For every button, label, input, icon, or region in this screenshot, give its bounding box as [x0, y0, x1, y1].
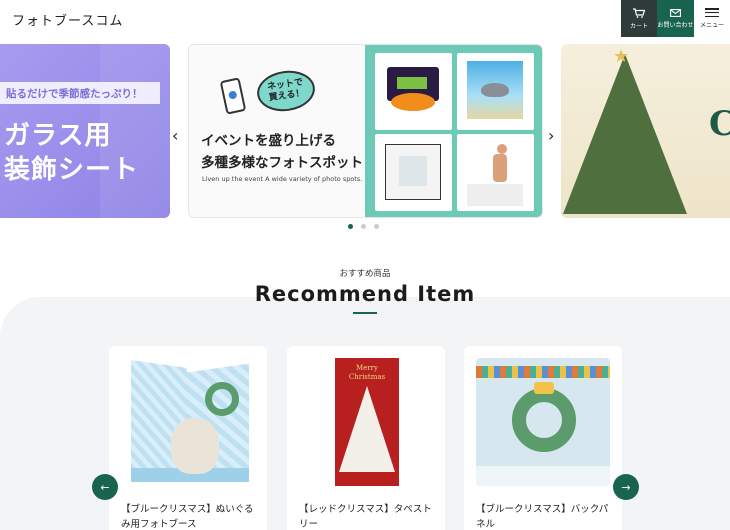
cart-label: カート	[629, 22, 648, 30]
sns-frame-photo	[399, 156, 427, 186]
tapestry-text: Merry Christmas	[348, 364, 386, 381]
photo-panel-cutout	[457, 134, 534, 211]
slide-title-line2: 装飾シート	[4, 155, 140, 185]
product-name[interactable]: 【レッドクリスマス】タペストリー	[299, 502, 439, 530]
figure-body	[493, 154, 507, 182]
hero-slide-photo-spots[interactable]: ネットで 買える！ イベントを盛り上げる 多種多様なフォトスポット Liven …	[188, 44, 543, 218]
slider-dot[interactable]	[348, 224, 353, 229]
product-image	[476, 358, 610, 486]
slide-title-line2: 多種多様なフォトスポット	[201, 155, 363, 171]
title-underline	[353, 312, 377, 314]
photo-beach-booth	[457, 53, 534, 130]
figure-head	[497, 144, 507, 154]
christmas-tree-image	[563, 54, 687, 214]
product-image	[121, 358, 255, 486]
hero-slide-glass-sheet[interactable]: 貼るだけで季節感たっぷり！ ガラス用 装飾シート	[0, 44, 170, 218]
menu-button[interactable]: メニュー	[694, 0, 730, 37]
tree-shape	[339, 386, 395, 472]
slide-title-line1: イベントを盛り上げる	[201, 133, 336, 149]
polar-bear-plush	[171, 418, 219, 474]
wreath-image	[512, 388, 576, 452]
hero-slide-christmas[interactable]: ★ C	[561, 44, 730, 218]
booth-banner	[397, 77, 427, 89]
product-card[interactable]: Merry Christmas 【レッドクリスマス】タペストリー	[287, 346, 445, 530]
product-name[interactable]: 【ブルークリスマス】バックパネル	[476, 502, 616, 530]
cart-button[interactable]: カート	[621, 0, 657, 37]
photo-sns-frame	[375, 134, 452, 211]
slide-text-area: ネットで 買える！ イベントを盛り上げる 多種多様なフォトスポット Liven …	[189, 45, 365, 217]
slide-image-grid	[365, 45, 542, 217]
cart-icon	[633, 7, 645, 18]
smartphone-icon	[219, 77, 247, 115]
menu-label: メニュー	[699, 22, 724, 29]
slider-dots	[348, 224, 379, 229]
site-logo[interactable]: フォトブースコム	[12, 10, 123, 29]
recommend-title: Recommend Item	[254, 282, 476, 306]
product-name[interactable]: 【ブルークリスマス】ぬいぐるみ用フォトブース	[121, 502, 261, 530]
chevron-left-icon[interactable]: ‹	[172, 126, 178, 145]
snow-ground	[476, 466, 610, 486]
slider-dot[interactable]	[374, 224, 379, 229]
slide-tagline: 貼るだけで季節感たっぷり！	[0, 82, 160, 104]
bunting-flags	[476, 366, 610, 378]
mail-icon	[670, 8, 681, 17]
photo-halloween-booth	[375, 53, 452, 130]
slider-dot[interactable]	[361, 224, 366, 229]
product-card[interactable]: 【ブルークリスマス】バックパネル	[464, 346, 622, 530]
contact-button[interactable]: お問い合わせ	[657, 0, 694, 37]
recommend-subtitle: おすすめ商品	[339, 269, 391, 279]
contact-label: お問い合わせ	[657, 21, 694, 29]
slide-subtitle: Liven up the event A wide variety of pho…	[202, 175, 363, 183]
shark-shape	[481, 83, 509, 97]
wreath-image	[205, 382, 239, 416]
figure-base	[467, 184, 523, 206]
page: フォトブースコム カート お問い合わせ メニュー 貼るだけで季節感たっぷり！ ガ…	[0, 0, 730, 530]
hero-slider: 貼るだけで季節感たっぷり！ ガラス用 装飾シート ネットで 買える！ イベントを…	[0, 44, 730, 229]
arrow-left-icon[interactable]: ←	[92, 474, 118, 500]
star-icon: ★	[613, 46, 630, 67]
chevron-right-icon[interactable]: ›	[548, 126, 554, 145]
menu-icon	[705, 8, 719, 17]
arrow-right-icon[interactable]: →	[613, 474, 639, 500]
product-image: Merry Christmas	[299, 358, 433, 486]
speech-bubble: ネットで 買える！	[254, 67, 318, 115]
slide-title-line1: ガラス用	[4, 121, 112, 151]
product-card[interactable]: 【ブルークリスマス】ぬいぐるみ用フォトブース	[109, 346, 267, 530]
slide-letter: C	[709, 104, 730, 144]
wreath-bow	[534, 382, 554, 394]
pumpkin-shape	[391, 93, 435, 111]
site-header: フォトブースコム カート お問い合わせ メニュー	[0, 0, 730, 37]
